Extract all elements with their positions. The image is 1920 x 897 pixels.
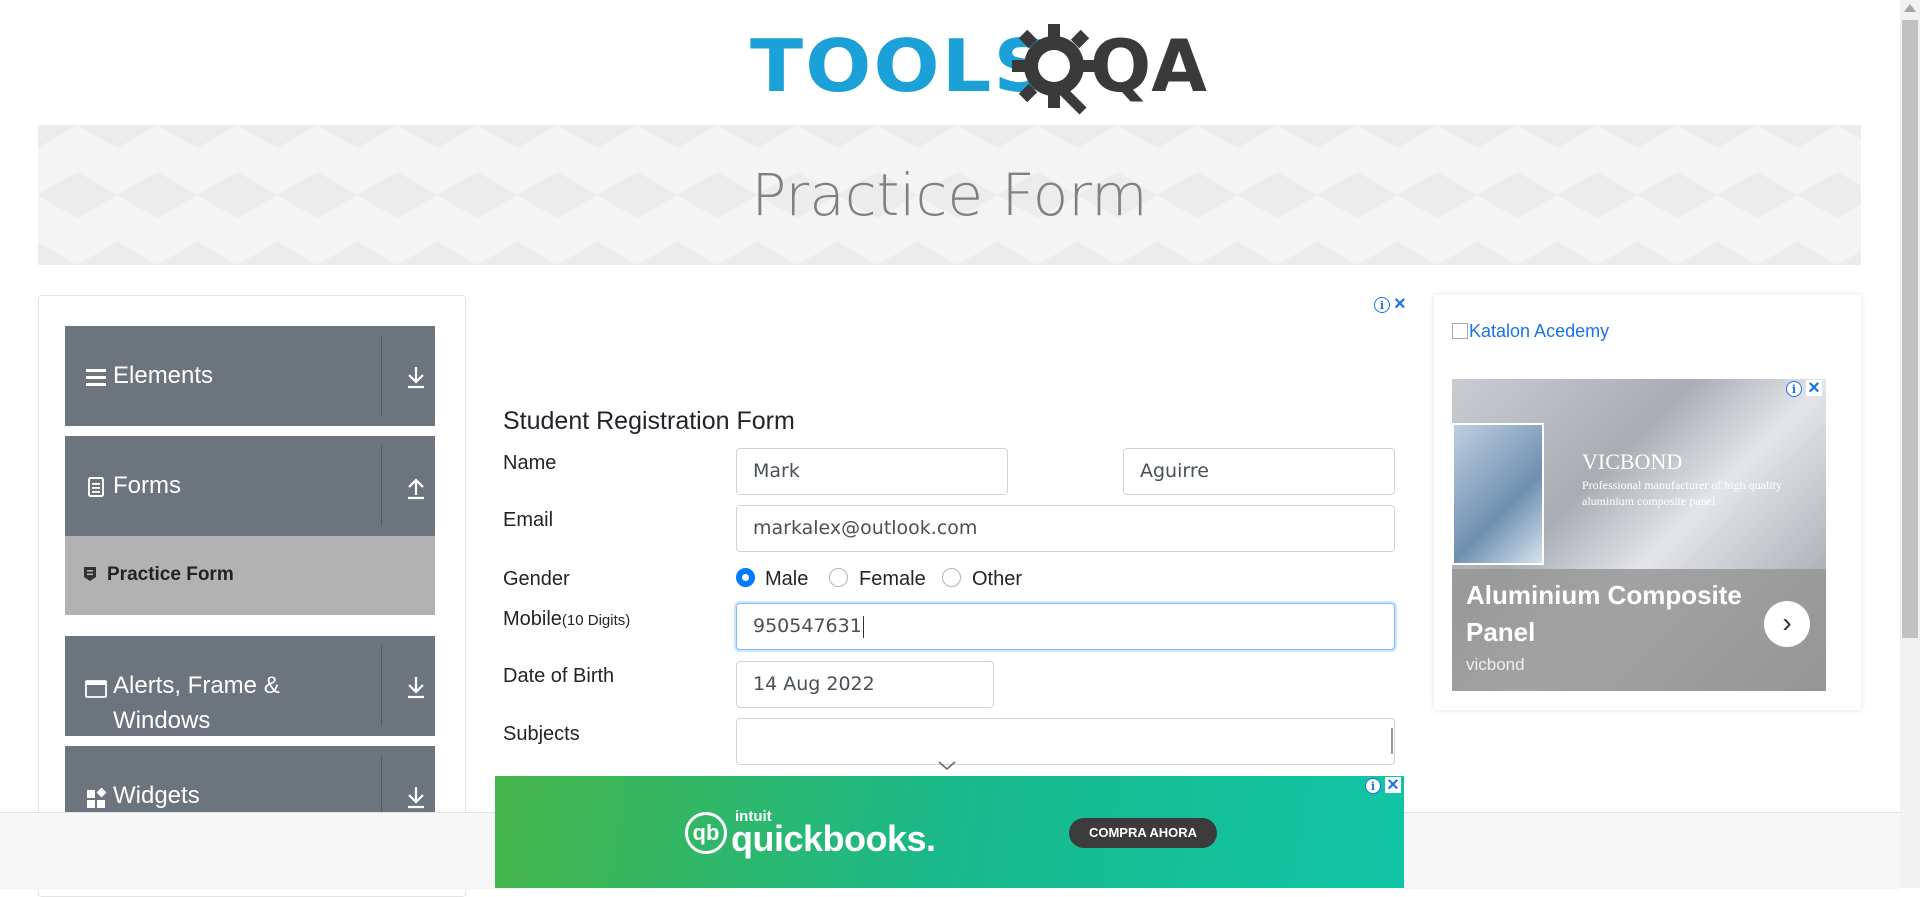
chevron-down-icon[interactable] <box>937 760 957 772</box>
expand-down-icon[interactable] <box>405 674 427 700</box>
mobile-hint: (10 Digits) <box>561 612 631 629</box>
quickbooks-logo-icon: qb <box>685 812 727 854</box>
scrollbar-thumb[interactable] <box>1902 20 1918 638</box>
sidebar-group-forms[interactable]: Forms <box>65 436 435 536</box>
vicbond-ad-subtitle: vicbond <box>1466 655 1525 674</box>
email-input[interactable]: markalex@outlook.com <box>736 505 1395 552</box>
vicbond-tagline: Professional manufacturer of high qualit… <box>1582 478 1782 508</box>
sidebar-item-practice-form[interactable]: Practice Form <box>65 536 435 615</box>
divider <box>381 446 382 526</box>
katalon-alt-text: Katalon Acedemy <box>1469 321 1610 341</box>
hamburger-icon <box>86 369 106 386</box>
sidebar-group-label: Forms <box>113 472 181 499</box>
subjects-label: Subjects <box>503 723 580 745</box>
mobile-value: 950547631 <box>753 615 862 637</box>
katalon-image-link[interactable]: Katalon Acedemy <box>1452 321 1609 342</box>
sidebar-group-label: Widgets <box>113 782 200 809</box>
ad-info-icon[interactable]: i <box>1786 381 1802 397</box>
right-ad[interactable]: Katalon Acedemy i × VICBOND Professional… <box>1434 295 1861 710</box>
last-name-input[interactable]: Aguirre <box>1123 448 1395 495</box>
gender-label: Gender <box>503 568 570 590</box>
quickbooks-text: quickbooks. <box>731 818 936 859</box>
sidebar-group-label: Elements <box>113 362 214 389</box>
quickbooks-ad[interactable]: i × qb intuit quickbooks. COMPRA AHORA <box>495 775 1404 888</box>
logo-text-tools: TOOLS <box>750 24 1052 108</box>
mobile-label: Mobile(10 Digits) <box>503 608 630 631</box>
document-icon <box>88 477 104 497</box>
subjects-input[interactable] <box>736 718 1395 765</box>
expand-down-icon[interactable] <box>405 364 427 390</box>
ad-close-icon[interactable]: × <box>1394 294 1406 314</box>
sidebar: Elements Forms Practice Form Alerts, Fra… <box>38 295 466 897</box>
scroll-up-arrow-icon[interactable] <box>1904 4 1916 12</box>
gender-option-label[interactable]: Male <box>765 568 808 591</box>
dob-label: Date of Birth <box>503 665 615 687</box>
page-title: Practice Form <box>751 161 1148 229</box>
building-image <box>1452 423 1544 565</box>
name-label: Name <box>503 452 557 474</box>
divider <box>381 646 382 726</box>
vicbond-ad-title[interactable]: Aluminium Composite Panel <box>1466 577 1746 651</box>
vicbond-brand: VICBOND <box>1582 449 1683 474</box>
subjects-input-caret <box>1391 728 1393 754</box>
page-banner: Practice Form <box>38 125 1861 265</box>
email-label: Email <box>503 509 554 531</box>
ad-close-icon[interactable]: × <box>1806 379 1822 398</box>
gender-radio-other[interactable] <box>942 568 961 587</box>
gender-option-label[interactable]: Female <box>859 568 926 591</box>
divider <box>381 336 382 416</box>
sidebar-group-elements[interactable]: Elements <box>65 326 435 426</box>
logo-text-qa: QA <box>1090 24 1207 108</box>
first-name-input[interactable]: Mark <box>736 448 1008 495</box>
gender-option-label[interactable]: Other <box>972 568 1022 591</box>
vicbond-ad[interactable]: i × VICBOND Professional manufacturer of… <box>1452 379 1826 691</box>
gender-radio-male[interactable] <box>736 568 755 587</box>
ad-info-icon[interactable]: i <box>1374 297 1390 313</box>
vicbond-info-band: Aluminium Composite Panel vicbond › <box>1452 569 1826 691</box>
collapse-up-icon[interactable] <box>405 474 427 500</box>
ad-close-icon[interactable]: × <box>1385 775 1401 795</box>
sidebar-item-label: Practice Form <box>107 564 234 585</box>
mobile-input[interactable]: 950547631 <box>736 603 1395 650</box>
gender-radio-female[interactable] <box>829 568 848 587</box>
broken-image-icon <box>1452 323 1468 339</box>
text-cursor <box>862 615 864 638</box>
chevron-right-icon[interactable]: › <box>1764 601 1810 647</box>
toolsqa-logo[interactable]: TOOLS QA <box>750 18 1207 115</box>
dob-input[interactable]: 14 Aug 2022 <box>736 661 994 708</box>
window-icon <box>85 680 107 698</box>
mobile-label-text: Mobile <box>503 608 562 630</box>
widgets-icon <box>87 788 107 808</box>
ad-info-icon[interactable]: i <box>1365 778 1381 794</box>
sidebar-group-alerts[interactable]: Alerts, Frame & Windows <box>65 636 435 736</box>
buy-now-button[interactable]: COMPRA AHORA <box>1069 818 1217 848</box>
form-title: Student Registration Form <box>503 407 795 435</box>
sidebar-group-label: Alerts, Frame & Windows <box>113 672 280 734</box>
expand-down-icon[interactable] <box>405 784 427 810</box>
form-icon <box>84 567 96 581</box>
